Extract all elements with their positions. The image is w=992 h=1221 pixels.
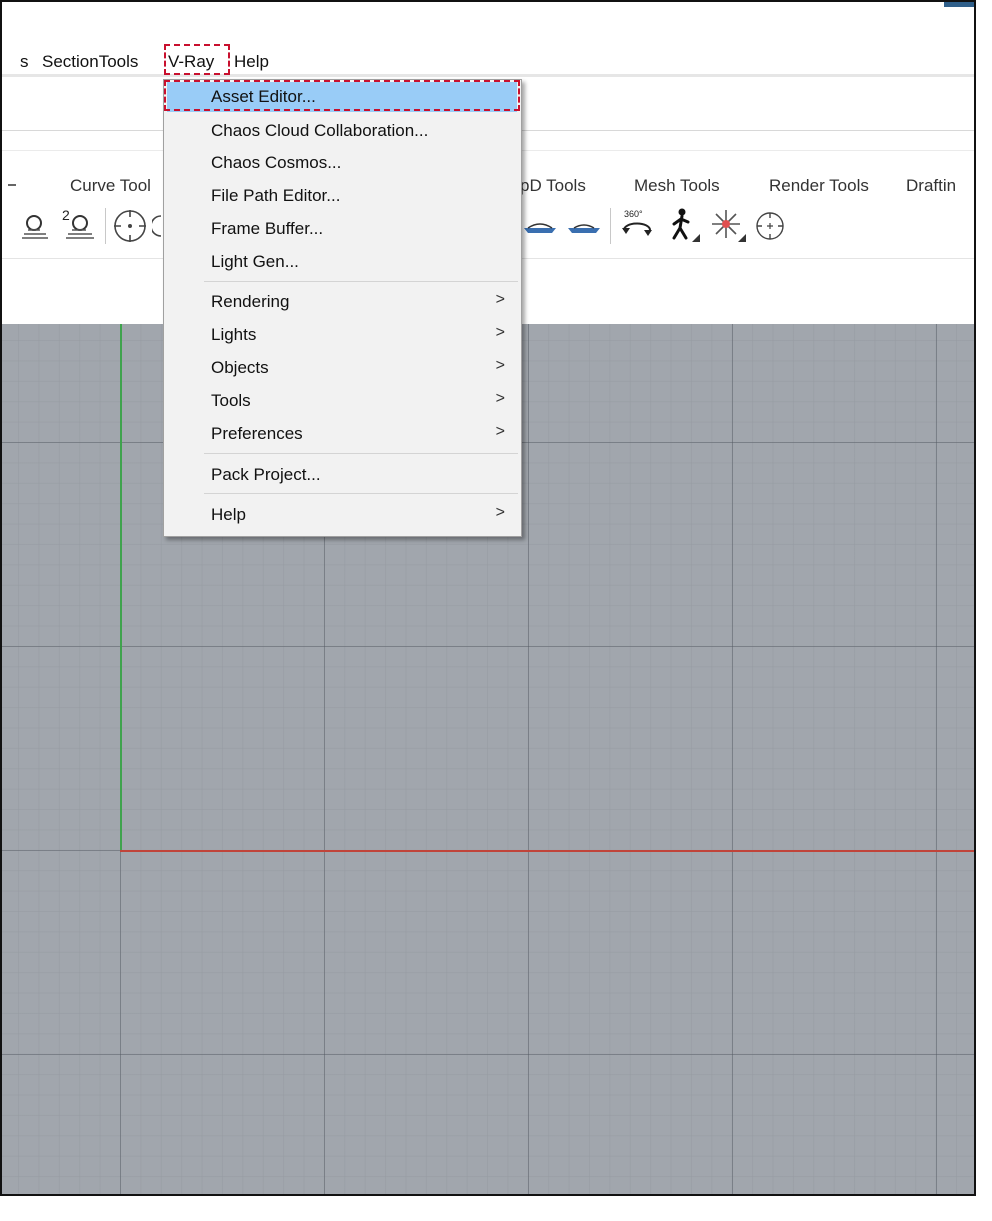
target-icon[interactable] <box>112 208 150 246</box>
menu-item-light-gen[interactable]: Light Gen... <box>167 247 517 277</box>
tab-curve-tools[interactable]: Curve Tool <box>70 176 151 196</box>
tab-render-tools[interactable]: Render Tools <box>769 176 869 196</box>
menu-item-label: Objects <box>211 358 269 377</box>
vehicle-icon[interactable] <box>522 218 558 236</box>
window-accent-strip <box>944 2 974 7</box>
menu-bar: s SectionTools V-Ray Help <box>2 42 974 78</box>
menu-item-label: Frame Buffer... <box>211 219 324 238</box>
submenu-arrow-icon: > <box>495 291 505 308</box>
menu-item-sectiontools[interactable]: SectionTools <box>42 52 138 72</box>
menu-item-label: Chaos Cloud Collaboration... <box>211 121 429 140</box>
menu-item-label: Chaos Cosmos... <box>211 153 342 172</box>
menu-item-label: File Path Editor... <box>211 186 341 205</box>
submenu-arrow-icon: > <box>495 390 505 407</box>
menu-item-partial[interactable]: s <box>20 52 29 72</box>
menu-item-help[interactable]: Help <box>234 52 269 72</box>
menu-item-label: Lights <box>211 325 257 344</box>
zoom-2-icon[interactable]: 2 <box>60 206 98 242</box>
menu-item-label: Preferences <box>211 424 303 443</box>
menu-item-pack-project[interactable]: Pack Project... <box>167 460 517 490</box>
submenu-arrow-icon: > <box>495 357 505 374</box>
menu-item-chaos-cloud[interactable]: Chaos Cloud Collaboration... <box>167 116 517 146</box>
menu-item-frame-buffer[interactable]: Frame Buffer... <box>167 214 517 244</box>
sun-icon[interactable] <box>708 206 748 246</box>
tab-3d-tools[interactable]: pD Tools <box>520 176 586 196</box>
menu-item-help-submenu[interactable]: Help > <box>167 500 517 530</box>
target-partial-icon[interactable] <box>152 214 162 238</box>
menu-separator <box>204 453 518 454</box>
menu-item-label: Asset Editor... <box>211 87 316 106</box>
target-2-icon[interactable] <box>754 210 788 244</box>
menu-item-objects[interactable]: Objects > <box>167 353 517 383</box>
toolbar-divider <box>105 208 106 244</box>
y-axis <box>120 324 122 851</box>
submenu-arrow-icon: > <box>495 504 505 521</box>
vehicle-2-icon[interactable] <box>566 218 602 236</box>
menu-item-label: Tools <box>211 391 251 410</box>
menu-item-tools[interactable]: Tools > <box>167 386 517 416</box>
menu-separator <box>204 493 518 494</box>
menu-item-asset-editor[interactable]: Asset Editor... <box>167 82 517 112</box>
submenu-arrow-icon: > <box>495 423 505 440</box>
x-axis <box>120 850 974 852</box>
vray-menu: Asset Editor... Chaos Cloud Collaboratio… <box>163 79 522 537</box>
menubar-divider <box>2 74 974 77</box>
zoom-icon[interactable] <box>20 212 52 242</box>
tab-drafting[interactable]: Draftin <box>906 176 956 196</box>
svg-text:2: 2 <box>62 207 70 223</box>
app-window: s SectionTools V-Ray Help Curve Tool pD … <box>0 0 976 1196</box>
menu-item-label: Rendering <box>211 292 290 311</box>
tab-mesh-tools[interactable]: Mesh Tools <box>634 176 720 196</box>
menu-item-file-path-editor[interactable]: File Path Editor... <box>167 181 517 211</box>
rotate-360-icon[interactable]: 360° <box>618 206 658 246</box>
walk-icon[interactable] <box>666 206 702 246</box>
submenu-arrow-icon: > <box>495 324 505 341</box>
toolbar-divider-2 <box>610 208 611 244</box>
menu-item-label: Help <box>211 505 246 524</box>
menu-item-label: Pack Project... <box>211 465 321 484</box>
menu-item-preferences[interactable]: Preferences > <box>167 419 517 449</box>
menu-item-rendering[interactable]: Rendering > <box>167 287 517 317</box>
menu-separator <box>204 281 518 282</box>
menu-item-lights[interactable]: Lights > <box>167 320 517 350</box>
menu-item-label: Light Gen... <box>211 252 299 271</box>
menu-item-vray[interactable]: V-Ray <box>168 52 214 72</box>
menu-item-chaos-cosmos[interactable]: Chaos Cosmos... <box>167 148 517 178</box>
svg-text:360°: 360° <box>624 209 643 219</box>
tab-partial-marker <box>8 184 16 186</box>
